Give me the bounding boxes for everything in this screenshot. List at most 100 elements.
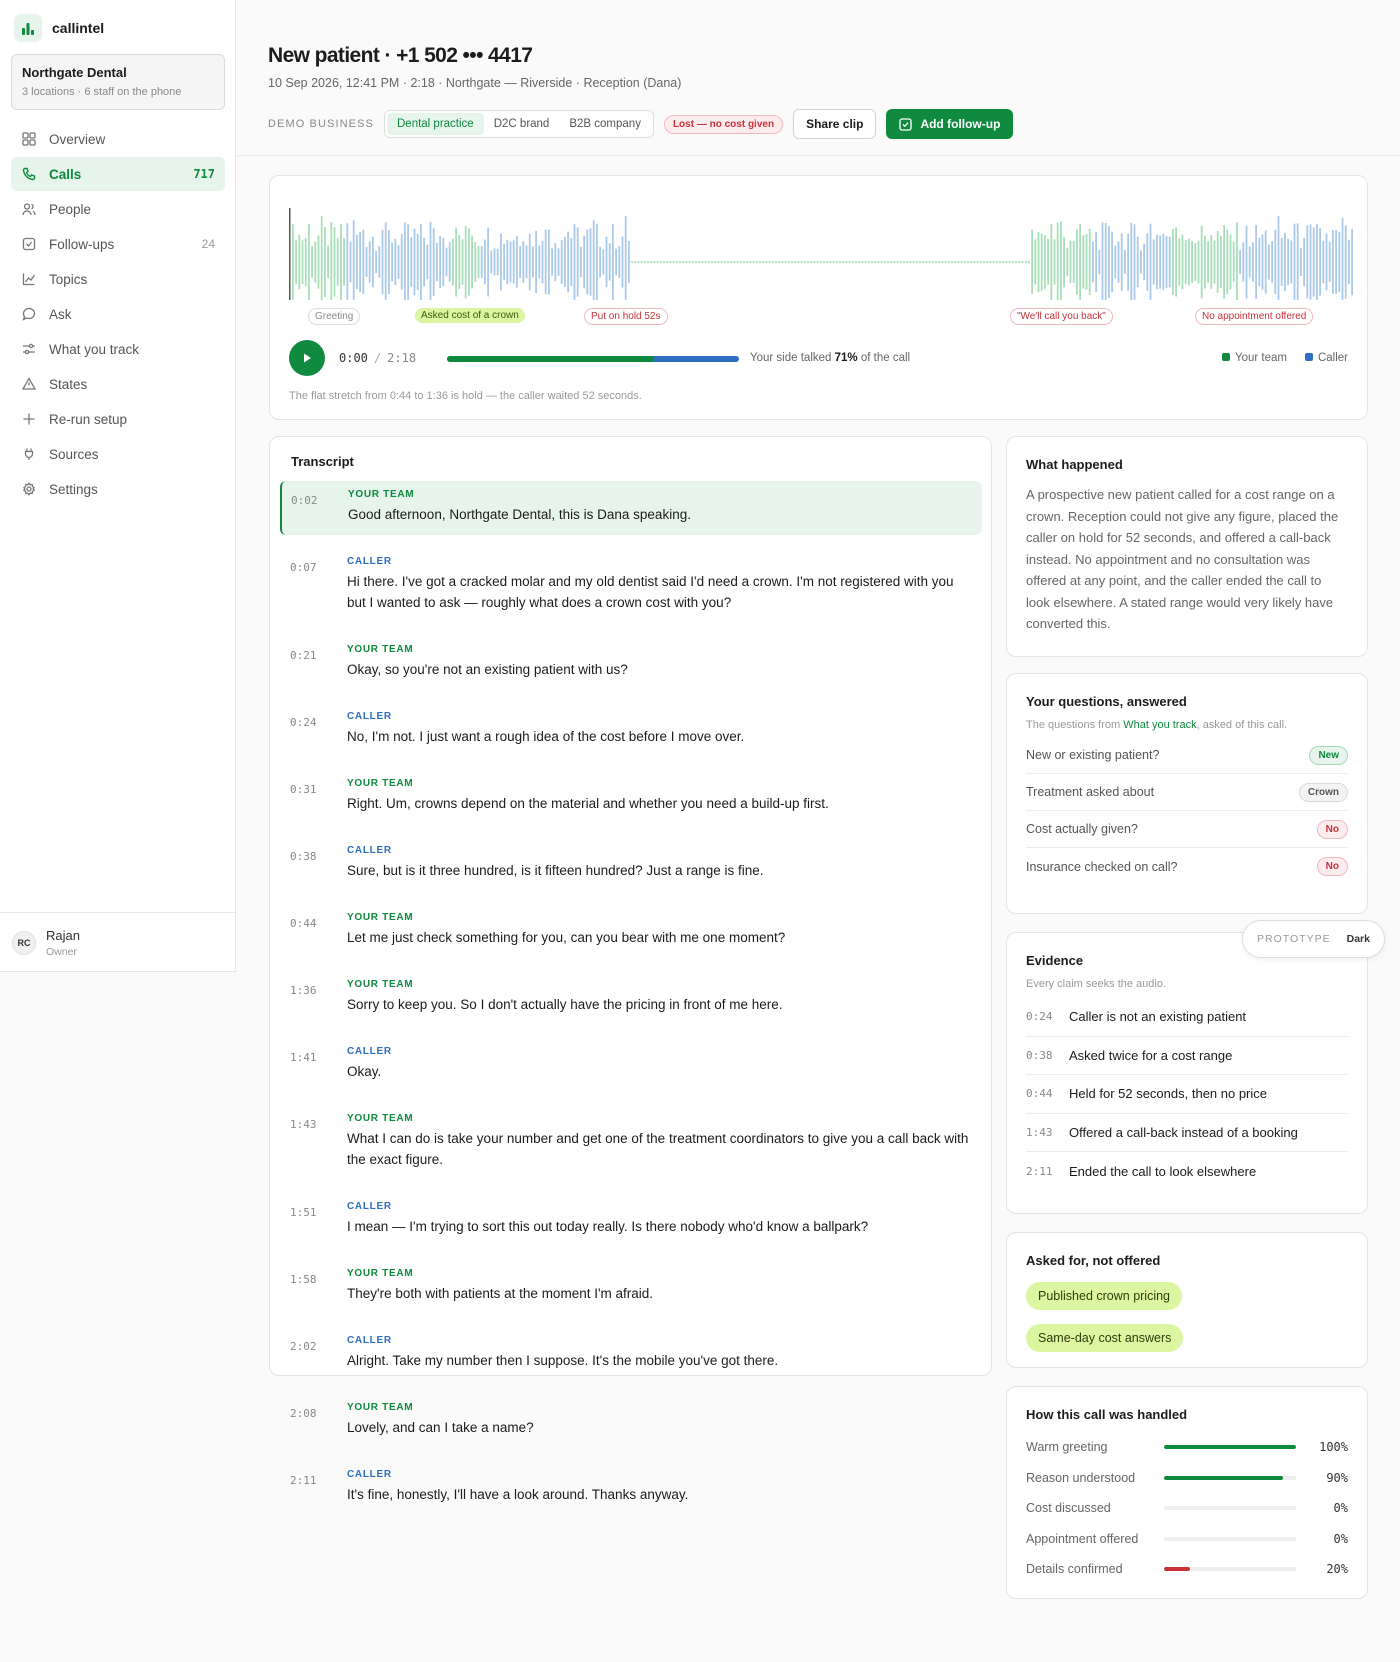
sidebar-item-topics[interactable]: Topics [11,262,225,296]
evidence-row[interactable]: 1:43 Offered a call-back instead of a boo… [1026,1114,1348,1152]
waveform-bar [628,241,630,283]
sidebar-item-label: Topics [49,271,88,287]
turn-timestamp[interactable]: 0:38 [290,845,347,881]
transcript-turn[interactable]: 2:08 YOUR TEAM Lovely, and can I take a na… [280,1394,982,1448]
dark-mode-toggle[interactable]: Dark [1347,933,1370,945]
waveform[interactable] [289,190,1353,300]
waveform-bar [874,261,877,263]
hold-note: The flat stretch from 0:44 to 1:36 is ho… [289,390,642,402]
handling-row: Warm greeting 100% [1026,1432,1348,1463]
turn-timestamp[interactable]: 1:51 [290,1201,347,1237]
transcript-turn[interactable]: 2:02 CALLER Alright. Take my number then I… [280,1327,982,1381]
waveform-bar [1316,224,1318,300]
play-button[interactable] [289,340,325,376]
turn-timestamp[interactable]: 1:58 [290,1268,347,1304]
transcript-turn[interactable]: 0:21 YOUR TEAM Okay, so you're not an exis… [280,636,982,690]
brand[interactable]: callintel [14,14,104,42]
question-text: Insurance checked on call? [1026,859,1178,874]
sidebar-item-what-you-track[interactable]: What you track [11,332,225,366]
transcript-turn[interactable]: 1:58 YOUR TEAM They're both with patients … [280,1260,982,1314]
waveform-bar [759,261,761,263]
evidence-row[interactable]: 0:44 Held for 52 seconds, then no price [1026,1075,1348,1114]
turn-timestamp[interactable]: 2:11 [290,1469,347,1505]
turn-body: YOUR TEAM Lovely, and can I take a name? [347,1402,534,1438]
waveform-bar [1168,236,1171,288]
transcript-turn[interactable]: 0:02 YOUR TEAM Good afternoon, Northgate D… [280,481,982,535]
waveform-bar [1060,221,1062,300]
transcript-turn[interactable]: 1:41 CALLER Okay. [280,1038,982,1092]
turn-timestamp[interactable]: 0:21 [290,644,347,680]
questions-list: New or existing patient? New Treatment as… [1026,737,1348,885]
transcript-turn[interactable]: 0:38 CALLER Sure, but is it three hundred,… [280,837,982,891]
what-you-track-link[interactable]: What you track [1123,719,1196,731]
waveform-bar [397,245,400,279]
transcript-turn[interactable]: 0:07 CALLER Hi there. I've got a cracked m… [280,548,982,623]
sidebar-item-settings[interactable]: Settings [11,472,225,506]
answer-chip: No [1316,857,1348,876]
share-clip-button[interactable]: Share clip [793,109,877,139]
add-follow-up-button[interactable]: Add follow-up [886,109,1014,139]
waveform-bar [996,261,998,263]
turn-timestamp[interactable]: 0:02 [291,489,348,525]
demo-business-label: DEMO BUSINESS [268,118,374,130]
user-menu[interactable]: RC Rajan Owner [0,912,236,972]
sidebar-item-follow-ups[interactable]: Follow-ups 24 [11,227,225,261]
segment-dental-practice[interactable]: Dental practice [387,113,484,135]
sidebar-item-re-run-setup[interactable]: Re-run setup [11,402,225,436]
marker-asked-cost[interactable]: Asked cost of a crown [415,308,525,323]
turn-text: Sure, but is it three hundred, is it fif… [347,863,764,878]
sidebar-item-ask[interactable]: Ask [11,297,225,331]
waveform-bar [410,237,413,287]
turn-body: YOUR TEAM Sorry to keep you. So I don't a… [347,979,783,1015]
sidebar-item-people[interactable]: People [11,192,225,226]
marker-no-appointment[interactable]: No appointment offered [1195,308,1314,325]
sidebar-item-sources[interactable]: Sources [11,437,225,471]
waveform-bar [516,236,518,288]
evidence-row[interactable]: 0:24 Caller is not an existing patient [1026,998,1348,1037]
segment-d2c-brand[interactable]: D2C brand [484,113,560,135]
turn-timestamp[interactable]: 2:02 [290,1335,347,1371]
questions-sub-prefix: The questions from [1026,719,1124,731]
turn-timestamp[interactable]: 2:08 [290,1402,347,1438]
turn-timestamp[interactable]: 0:24 [290,711,347,747]
segment-b2b-company[interactable]: B2B company [559,113,651,135]
waveform-bar [701,261,704,263]
turn-timestamp[interactable]: 0:07 [290,556,347,613]
waveform-bar [692,261,694,263]
transcript-turn[interactable]: 2:11 CALLER It's fine, honestly, I'll have… [280,1461,982,1515]
waveform-bar [784,261,787,263]
turn-timestamp[interactable]: 0:44 [290,912,347,948]
turn-timestamp[interactable]: 1:41 [290,1046,347,1082]
sidebar-item-overview[interactable]: Overview [11,122,225,156]
evidence-row[interactable]: 2:11 Ended the call to look elsewhere [1026,1152,1348,1191]
turn-timestamp[interactable]: 0:31 [290,778,347,814]
turn-text: Okay. [347,1064,382,1079]
marker-call-you-back[interactable]: "We'll call you back" [1010,308,1113,325]
turn-timestamp[interactable]: 1:43 [290,1113,347,1170]
waveform-bar [711,261,713,263]
transcript-turn[interactable]: 1:51 CALLER I mean — I'm trying to sort th… [280,1193,982,1247]
evidence-row[interactable]: 0:38 Asked twice for a cost range [1026,1037,1348,1075]
waveform-bar [810,261,813,263]
waveform-bar [432,227,435,297]
transcript-turn[interactable]: 0:31 YOUR TEAM Right. Um, crowns depend on… [280,770,982,824]
playhead[interactable] [289,208,291,300]
waveform-bar [458,234,461,289]
turn-body: CALLER Alright. Take my number then I sup… [347,1335,778,1371]
sidebar-item-states[interactable]: States [11,367,225,401]
waveform-bar [800,261,803,263]
transcript-turn[interactable]: 1:43 YOUR TEAM What I can do is take your … [280,1105,982,1180]
turn-timestamp[interactable]: 1:36 [290,979,347,1015]
sidebar-item-label: What you track [49,341,140,357]
marker-put-on-hold[interactable]: Put on hold 52s [584,308,668,325]
org-switcher[interactable]: Northgate Dental 3 locations · 6 staff o… [11,54,225,110]
waveform-bar [1008,261,1011,263]
waveform-bar [1338,232,1341,292]
transcript-turn[interactable]: 0:24 CALLER No, I'm not. I just want a rou… [280,703,982,757]
sidebar-item-calls[interactable]: Calls 717 [11,157,225,191]
transcript-turn[interactable]: 0:44 YOUR TEAM Let me just check something… [280,904,982,958]
waveform-bar [381,229,384,295]
marker-greeting[interactable]: Greeting [308,308,361,325]
waveform-bar [890,261,893,263]
transcript-turn[interactable]: 1:36 YOUR TEAM Sorry to keep you. So I don… [280,971,982,1025]
